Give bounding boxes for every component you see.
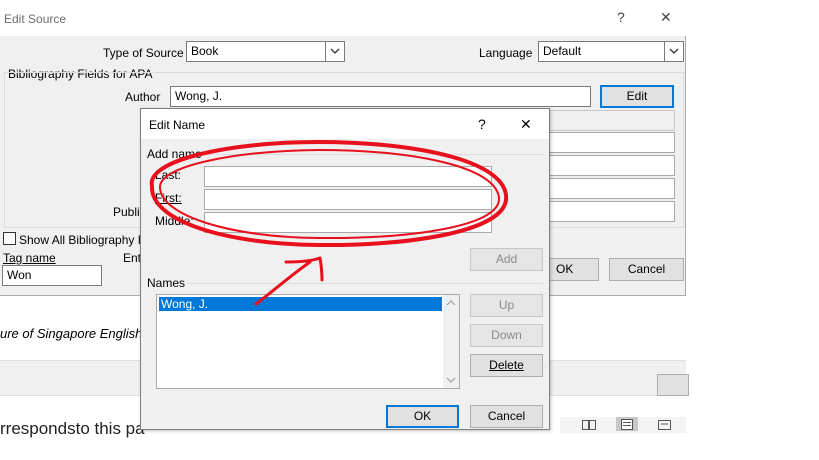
annotation-arrow — [254, 256, 324, 306]
red-annotation — [149, 140, 509, 306]
annotation-ellipse-inner — [158, 149, 501, 240]
annotation-ellipse — [149, 140, 509, 248]
